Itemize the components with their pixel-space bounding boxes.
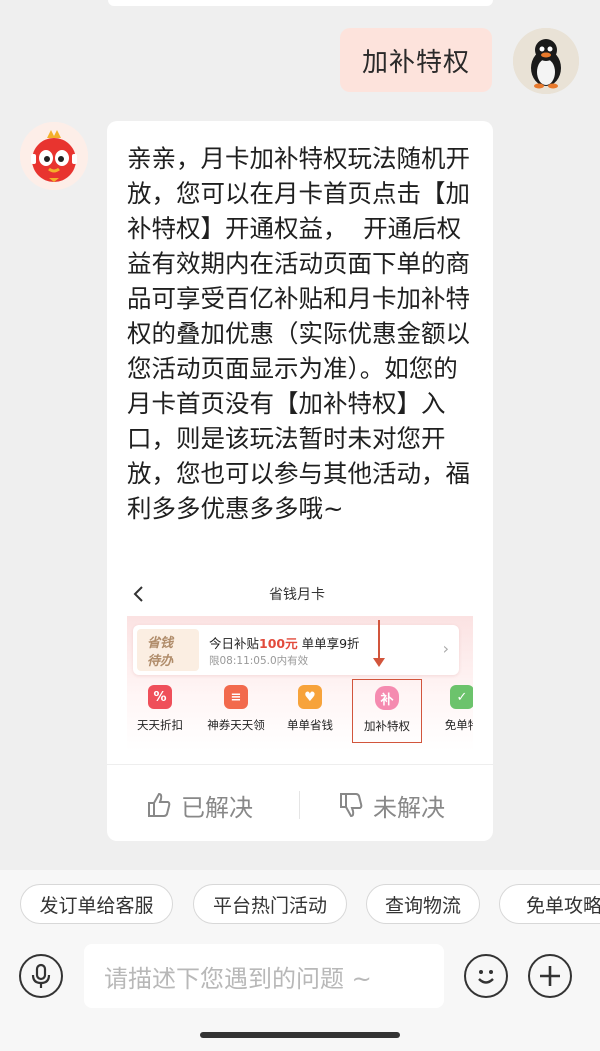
quick-reply-free-order-guide[interactable]: 免单攻略 xyxy=(499,884,600,924)
feature-label: 单单省钱 xyxy=(287,718,333,732)
feature-label: 神券天天领 xyxy=(207,718,265,732)
free-order-icon: ✓ xyxy=(450,685,473,709)
voice-button[interactable] xyxy=(19,954,63,998)
user-avatar[interactable] xyxy=(513,28,579,94)
promo-logo-line2: 待办 xyxy=(147,654,174,669)
embedded-header: 省钱月卡 xyxy=(127,576,473,616)
thumbs-down-icon xyxy=(340,793,363,818)
bot-message-card: 亲亲，月卡加补特权玩法随机开放，您可以在月卡首页点击【加补特权】开通权益， 开通… xyxy=(107,121,493,841)
quick-reply-hot-activities[interactable]: 平台热门活动 xyxy=(193,884,347,924)
unsolved-button[interactable]: 未解决 xyxy=(337,787,445,823)
promo-logo-line1: 省钱 xyxy=(147,636,174,651)
solved-label: 已解决 xyxy=(181,793,253,822)
feature-free-order: ✓ 免单特 xyxy=(427,679,473,743)
divider xyxy=(107,764,493,765)
bot-avatar[interactable] xyxy=(20,122,88,190)
emoji-button[interactable] xyxy=(464,954,508,998)
promo-prefix: 今日补贴 xyxy=(209,636,260,651)
feature-bonus-privilege: 补 加补特权 xyxy=(352,679,422,743)
coupon-icon: ≡ xyxy=(224,685,248,709)
heart-icon: ♥ xyxy=(298,685,322,709)
promo-countdown: 限08:11:05.0内有效 xyxy=(209,655,309,667)
smiley-icon xyxy=(478,970,494,984)
bonus-bag-icon: 补 xyxy=(375,686,399,710)
feedback-divider xyxy=(299,791,300,819)
bot-message-text: 亲亲，月卡加补特权玩法随机开放，您可以在月卡首页点击【加补特权】开通权益， 开通… xyxy=(127,144,470,523)
message-input[interactable]: 请描述下您遇到的问题 ~ xyxy=(84,944,444,1008)
user-message-bubble: 加补特权 xyxy=(340,28,492,92)
plus-icon xyxy=(540,966,560,986)
feedback-row: 已解决 未解决 xyxy=(107,773,493,833)
quick-reply-track-shipping[interactable]: 查询物流 xyxy=(366,884,480,924)
annotation-arrow-line xyxy=(378,620,380,660)
penguin-avatar-icon xyxy=(513,28,579,94)
feature-icon-row: % 天天折扣 ≡ 神券天天领 ♥ 单单省钱 补 加补特权 ✓ 免单特 xyxy=(127,679,473,743)
microphone-icon xyxy=(31,963,51,988)
embedded-monthly-card-screenshot: 省钱月卡 省钱 待办 今日补贴100元 单单享9折 限08:11:05.0内有效… xyxy=(127,576,473,751)
add-button[interactable] xyxy=(528,954,572,998)
feature-label: 加补特权 xyxy=(364,719,410,733)
chevron-right-icon: › xyxy=(442,639,449,658)
promo-logo: 省钱 待办 xyxy=(137,629,199,671)
annotation-arrow-head xyxy=(373,658,385,667)
thumbs-up-icon xyxy=(148,792,171,817)
promo-card: 省钱 待办 今日补贴100元 单单享9折 限08:11:05.0内有效 › xyxy=(133,625,459,675)
promo-amount: 100元 xyxy=(259,636,298,651)
quick-reply-send-order[interactable]: 发订单给客服 xyxy=(20,884,173,924)
unsolved-label: 未解决 xyxy=(373,793,445,822)
discount-icon: % xyxy=(148,685,172,709)
feature-discount: % 天天折扣 xyxy=(127,679,195,743)
home-indicator xyxy=(200,1032,400,1038)
promo-suffix: 单单享9折 xyxy=(297,636,360,651)
previous-message-stub xyxy=(108,0,493,6)
feature-coupon: ≡ 神券天天领 xyxy=(201,679,271,743)
input-bar: 请描述下您遇到的问题 ~ xyxy=(0,942,600,1051)
solved-button[interactable]: 已解决 xyxy=(145,787,253,823)
promo-headline: 今日补贴100元 单单享9折 xyxy=(209,633,360,652)
mascot-avatar-icon xyxy=(20,122,88,190)
feature-label: 免单特 xyxy=(444,718,473,732)
quick-reply-bar: 发订单给客服 平台热门活动 查询物流 免单攻略 xyxy=(0,870,600,942)
embedded-page-title: 省钱月卡 xyxy=(269,587,325,603)
feature-save: ♥ 单单省钱 xyxy=(275,679,345,743)
feature-label: 天天折扣 xyxy=(137,718,183,732)
